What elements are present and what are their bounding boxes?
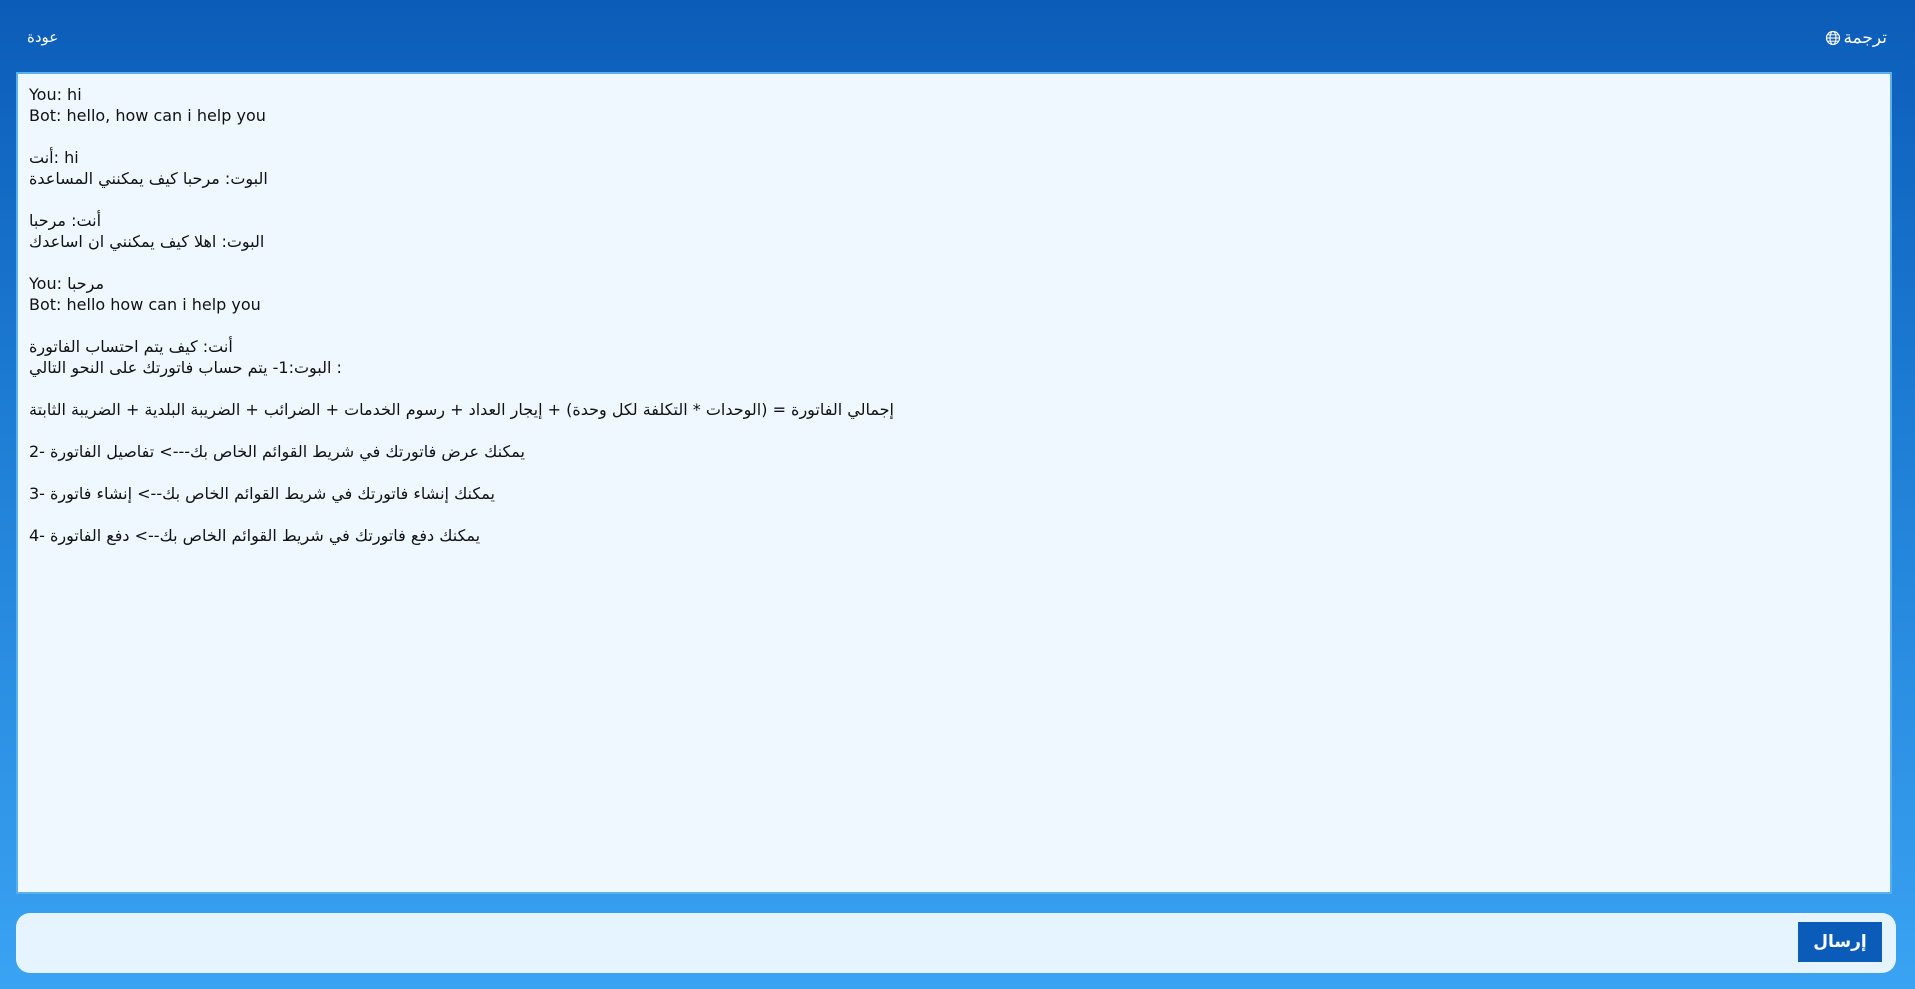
chat-spacer (29, 420, 1879, 441)
chat-spacer (29, 189, 1879, 210)
chat-line: البوت: اهلا كيف يمكنني ان اساعدك (29, 232, 265, 251)
globe-icon (1825, 30, 1841, 46)
chat-line: البوت: مرحبا كيف يمكنني المساعدة (29, 169, 268, 188)
chat-line: Bot: hello how can i help you (29, 295, 261, 314)
chat-log[interactable]: You: hi Bot: hello, how can i help you أنت… (16, 72, 1892, 894)
chat-line: 2- يمكنك عرض فاتورتك في شريط القوائم الخ… (29, 442, 525, 461)
top-bar: عودة ترجمة (0, 0, 1915, 72)
chat-line: البوت:1- يتم حساب فاتورتك على النحو التا… (29, 358, 342, 377)
chat-line: أنت: مرحبا (29, 211, 102, 230)
chat-line: 3- يمكنك إنشاء فاتورتك في شريط القوائم ا… (29, 484, 495, 503)
chat-line: أنت: كيف يتم احتساب الفاتورة (29, 337, 233, 356)
chat-line: إجمالي الفاتورة = (الوحدات * التكلفة لكل… (29, 400, 894, 419)
chat-line: 4- يمكنك دفع فاتورتك في شريط القوائم الخ… (29, 526, 481, 545)
chat-spacer (29, 378, 1879, 399)
composer-bar: إرسال (16, 913, 1896, 973)
chat-spacer (29, 462, 1879, 483)
chat-spacer (29, 126, 1879, 147)
chat-spacer (29, 315, 1879, 336)
send-button[interactable]: إرسال (1798, 922, 1882, 962)
chat-line: You: hi (29, 85, 82, 104)
chat-line: You: مرحبا (29, 274, 105, 293)
message-input[interactable] (26, 921, 1800, 967)
translate-label: ترجمة (1843, 28, 1887, 48)
back-link[interactable]: عودة (27, 28, 58, 46)
chat-spacer (29, 504, 1879, 525)
chat-spacer (29, 252, 1879, 273)
chat-line: أنت: hi (29, 148, 79, 167)
translate-button[interactable]: ترجمة (1825, 28, 1887, 48)
chat-line: Bot: hello, how can i help you (29, 106, 266, 125)
